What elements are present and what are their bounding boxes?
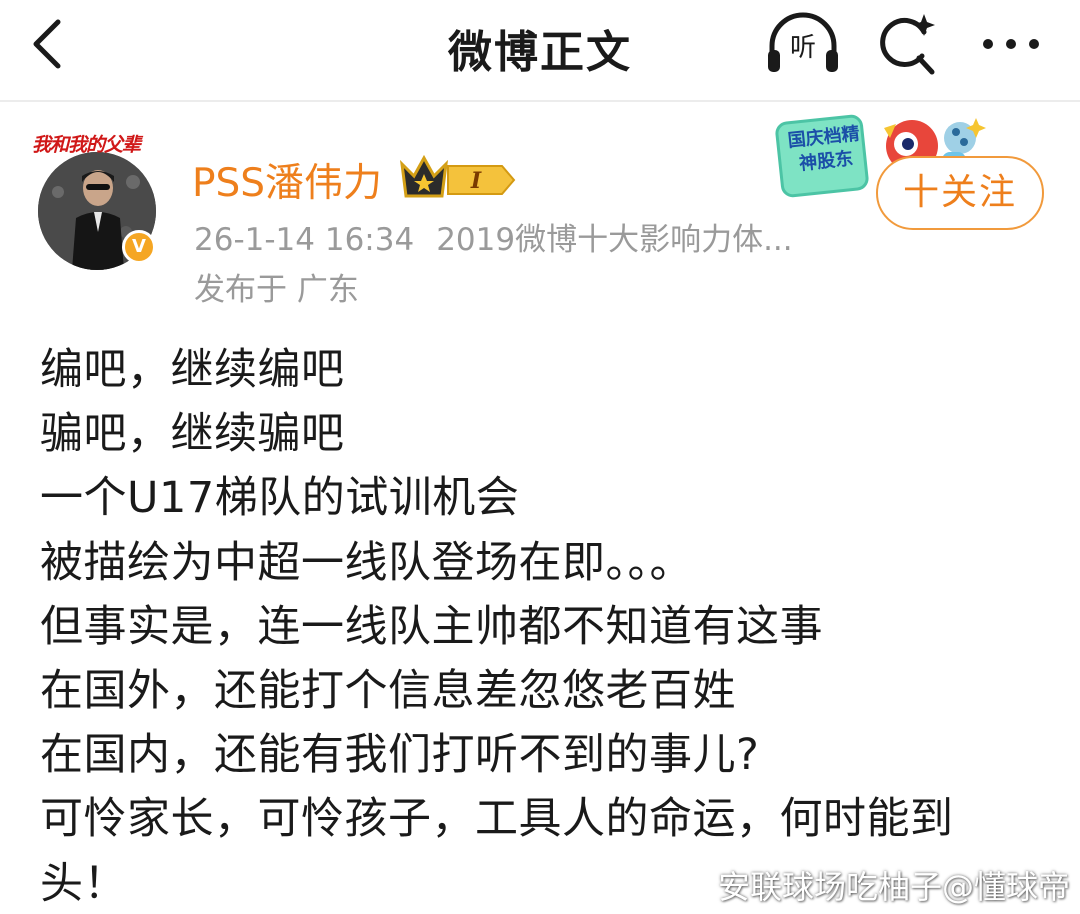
post-line: 骗吧，继续骗吧: [40, 409, 345, 460]
search-sparkle-icon[interactable]: [874, 12, 940, 78]
author-avatar[interactable]: 我和我的父辈 V: [30, 130, 160, 270]
avatar-banner-text: 我和我的父辈: [32, 134, 141, 156]
post-line: 编吧，继续编吧: [40, 345, 345, 395]
post-content: 编吧，继续编吧 骗吧，继续骗吧 一个U17梯队的试训机会 被描绘为中超一线队登场…: [40, 338, 1050, 914]
more-dots-icon[interactable]: [978, 24, 1044, 64]
post-line: 但事实是，连一线队主帅都不知道有这事: [40, 601, 823, 652]
source-watermark: 安联球场吃柚子@懂球帝: [717, 868, 1070, 906]
member-level-text: I: [470, 168, 482, 194]
post-line: 可怜家长，可怜孩子，工具人的命运，何时能到: [40, 794, 954, 845]
post-line: 被描绘为中超一线队登场在即。。。: [40, 537, 693, 588]
post-line: 在国外，还能打个信息差忽悠老百姓: [40, 666, 736, 717]
post-location: 发布于 广东: [194, 272, 359, 308]
post-line: 一个U17梯队的试训机会: [40, 473, 520, 524]
verified-badge: V: [122, 230, 156, 264]
promo-text: 国庆档精神股东: [786, 123, 861, 175]
author-name[interactable]: PSS潘伟力: [192, 152, 382, 208]
follow-button[interactable]: 十关注: [876, 156, 1044, 230]
author-honor-source[interactable]: 2019微博十大影响力体...: [436, 222, 792, 258]
post-timestamp: 26-1-14 16:34: [194, 222, 415, 258]
post-line: 在国内，还能有我们打听不到的事儿?: [40, 730, 760, 781]
listen-button[interactable]: 听: [764, 12, 842, 76]
post-meta: 26-1-14 16:34 2019微博十大影响力体...: [194, 214, 793, 259]
vip-crown-badge[interactable]: I: [398, 150, 518, 202]
listen-label: 听: [789, 33, 816, 63]
top-navigation-bar: 微博正文 听: [0, 0, 1080, 102]
weibo-post-page: 微博正文 听 我和我的父辈 V PSS潘伟力 I 26-1-14 16:34 2…: [0, 0, 1080, 914]
